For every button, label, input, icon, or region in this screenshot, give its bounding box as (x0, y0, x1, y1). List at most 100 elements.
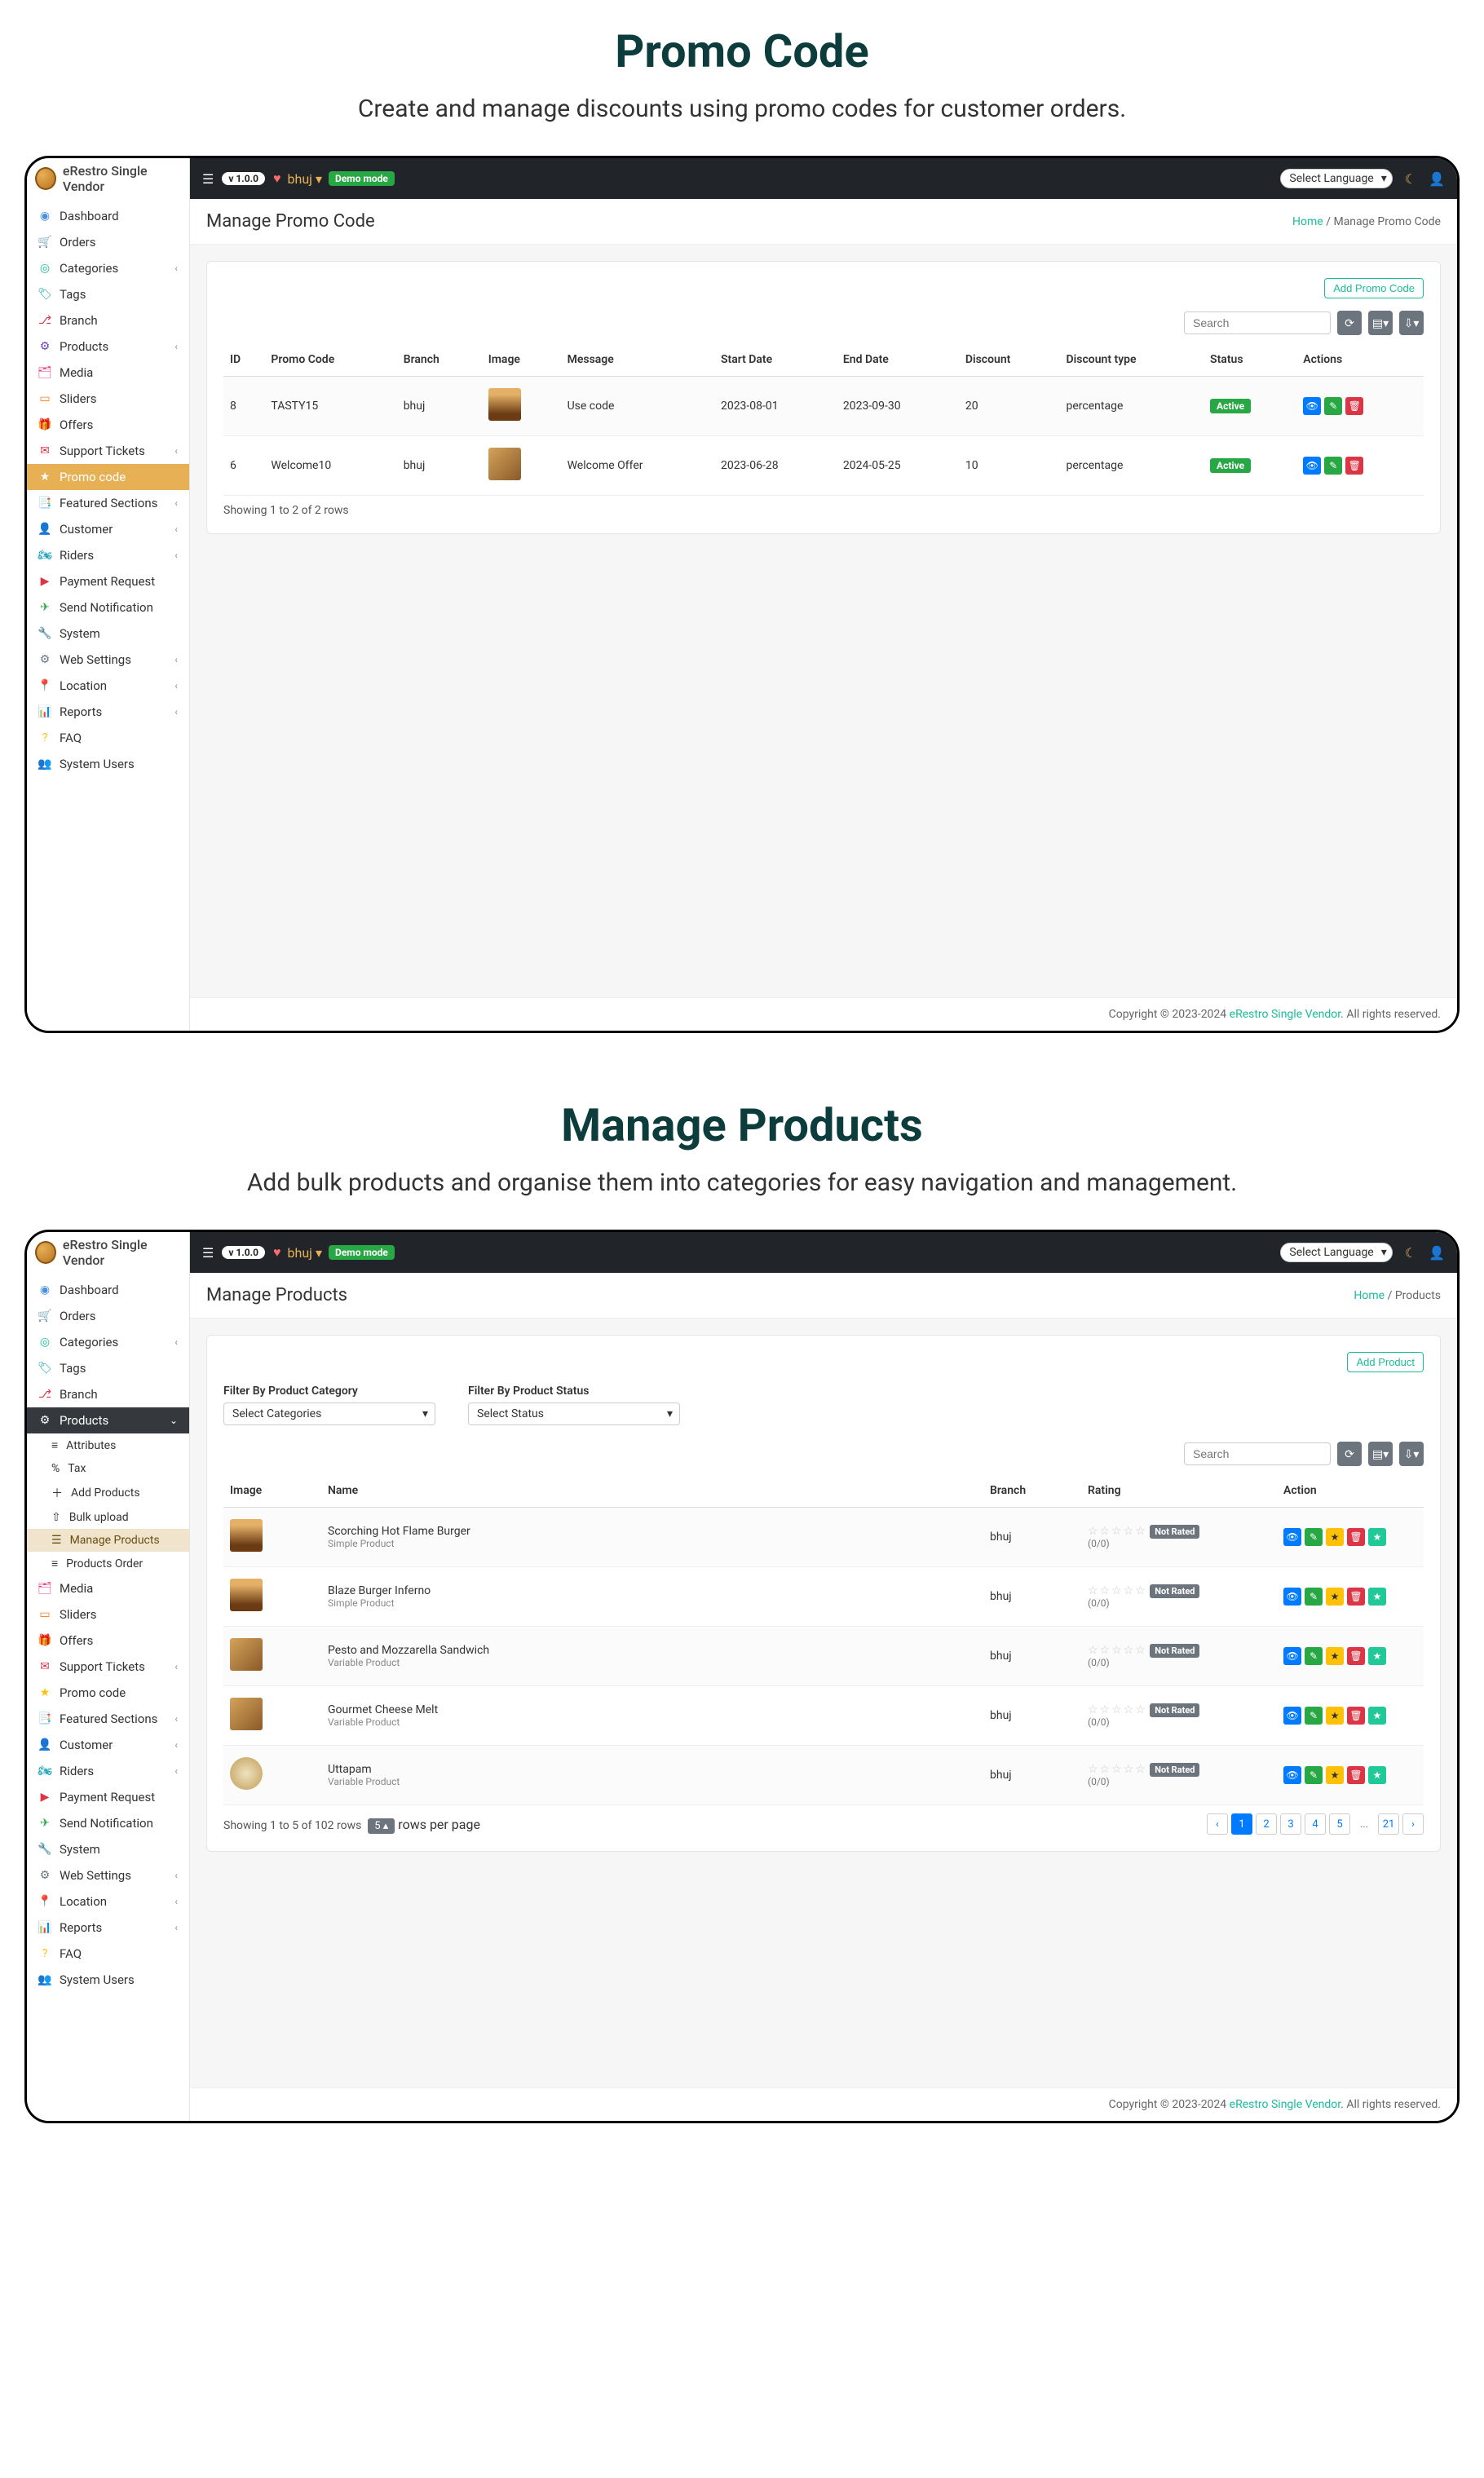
view-button[interactable]: 👁 (1303, 457, 1321, 475)
col-branch[interactable]: Branch (397, 343, 482, 377)
page-next[interactable]: › (1402, 1813, 1424, 1835)
view-button[interactable]: 👁 (1283, 1588, 1301, 1606)
hamburger-icon[interactable]: ☰ (202, 171, 214, 187)
filter-category-select[interactable]: Select Categories▾ (223, 1402, 435, 1425)
filter-status-select[interactable]: Select Status▾ (468, 1402, 680, 1425)
edit-button[interactable]: ✎ (1305, 1766, 1323, 1784)
sidebar-item-featured[interactable]: 📑Featured Sections‹ (27, 490, 189, 516)
sidebar-item-location[interactable]: 📍Location‹ (27, 673, 189, 699)
view-button[interactable]: 👁 (1283, 1766, 1301, 1784)
heart-icon[interactable]: ♥ (273, 170, 281, 187)
sidebar-item-reports[interactable]: 📊Reports‹ (27, 1915, 189, 1941)
user-icon[interactable]: 👤 (1429, 1245, 1445, 1261)
edit-button[interactable]: ✎ (1305, 1528, 1323, 1546)
search-input[interactable] (1184, 311, 1331, 334)
col-type[interactable]: Discount type (1060, 343, 1204, 377)
moon-icon[interactable]: ☾ (1405, 171, 1416, 187)
sidebar-item-tags[interactable]: 🏷Tags (27, 1355, 189, 1381)
sidebar-item-tags[interactable]: 🏷Tags (27, 281, 189, 307)
col-rating[interactable]: Rating (1081, 1474, 1277, 1508)
refresh-icon[interactable]: ⟳ (1337, 311, 1362, 335)
user-icon[interactable]: 👤 (1429, 171, 1445, 187)
sidebar-item-support[interactable]: ✉Support Tickets‹ (27, 1654, 189, 1680)
sidebar-item-featured[interactable]: 📑Featured Sections‹ (27, 1706, 189, 1732)
sub-bulk-upload[interactable]: ⇧Bulk upload (27, 1506, 189, 1529)
page-last[interactable]: 21 (1378, 1813, 1399, 1835)
delete-button[interactable]: 🗑 (1345, 397, 1363, 415)
columns-icon[interactable]: ▤▾ (1368, 1442, 1393, 1466)
col-branch[interactable]: Branch (983, 1474, 1081, 1508)
sidebar-item-send-notif[interactable]: ✈Send Notification (27, 1810, 189, 1836)
sub-add-products[interactable]: ＋Add Products (27, 1480, 189, 1506)
sidebar-item-orders[interactable]: 🛒Orders (27, 229, 189, 255)
sidebar-item-faq[interactable]: ?FAQ (27, 1941, 189, 1967)
branch-dropdown[interactable]: bhuj ▾ (288, 171, 322, 187)
sub-manage-products[interactable]: ☰Manage Products (27, 1529, 189, 1552)
sidebar-item-riders[interactable]: 🏍Riders‹ (27, 542, 189, 568)
sidebar-item-categories[interactable]: ◎Categories‹ (27, 1329, 189, 1355)
columns-icon[interactable]: ▤▾ (1368, 311, 1393, 335)
breadcrumb-home[interactable]: Home (1354, 1289, 1385, 1302)
extra-button[interactable]: ★ (1368, 1647, 1386, 1665)
sidebar-item-customer[interactable]: 👤Customer‹ (27, 1732, 189, 1758)
sidebar-item-send-notif[interactable]: ✈Send Notification (27, 594, 189, 621)
col-action[interactable]: Action (1277, 1474, 1424, 1508)
export-icon[interactable]: ⇩▾ (1399, 311, 1424, 335)
col-image[interactable]: Image (482, 343, 561, 377)
add-product-button[interactable]: Add Product (1347, 1352, 1424, 1372)
sidebar-item-sliders[interactable]: ▭Sliders (27, 386, 189, 412)
sub-tax[interactable]: %Tax (27, 1457, 189, 1480)
col-start[interactable]: Start Date (714, 343, 837, 377)
edit-button[interactable]: ✎ (1324, 397, 1342, 415)
extra-button[interactable]: ★ (1368, 1766, 1386, 1784)
col-end[interactable]: End Date (837, 343, 959, 377)
sidebar-item-orders[interactable]: 🛒Orders (27, 1303, 189, 1329)
sidebar-item-media[interactable]: 🗂Media (27, 1575, 189, 1601)
sidebar-item-system[interactable]: 🔧System (27, 621, 189, 647)
delete-button[interactable]: 🗑 (1347, 1766, 1365, 1784)
rate-button[interactable]: ★ (1326, 1528, 1344, 1546)
heart-icon[interactable]: ♥ (273, 1244, 281, 1261)
col-id[interactable]: ID (223, 343, 264, 377)
sidebar-item-dashboard[interactable]: ◉Dashboard (27, 1277, 189, 1303)
extra-button[interactable]: ★ (1368, 1528, 1386, 1546)
view-button[interactable]: 👁 (1303, 397, 1321, 415)
extra-button[interactable]: ★ (1368, 1588, 1386, 1606)
page-prev[interactable]: ‹ (1207, 1813, 1228, 1835)
edit-button[interactable]: ✎ (1305, 1588, 1323, 1606)
delete-button[interactable]: 🗑 (1347, 1528, 1365, 1546)
page-4[interactable]: 4 (1305, 1813, 1326, 1835)
rows-per-page-select[interactable]: 5 ▴ (368, 1818, 395, 1834)
sidebar-item-riders[interactable]: 🏍Riders‹ (27, 1758, 189, 1784)
view-button[interactable]: 👁 (1283, 1707, 1301, 1725)
sidebar-item-sliders[interactable]: ▭Sliders (27, 1601, 189, 1628)
col-image[interactable]: Image (223, 1474, 321, 1508)
sidebar-item-system[interactable]: 🔧System (27, 1836, 189, 1862)
sidebar-item-categories[interactable]: ◎Categories‹ (27, 255, 189, 281)
sidebar-item-products[interactable]: ⚙Products⌄ (27, 1407, 189, 1433)
col-actions[interactable]: Actions (1296, 343, 1424, 377)
extra-button[interactable]: ★ (1368, 1707, 1386, 1725)
sidebar-item-offers[interactable]: 🎁Offers (27, 1628, 189, 1654)
delete-button[interactable]: 🗑 (1347, 1707, 1365, 1725)
edit-button[interactable]: ✎ (1305, 1647, 1323, 1665)
view-button[interactable]: 👁 (1283, 1528, 1301, 1546)
sidebar-item-payment[interactable]: ▶Payment Request (27, 1784, 189, 1810)
delete-button[interactable]: 🗑 (1345, 457, 1363, 475)
sidebar-item-system-users[interactable]: 👥System Users (27, 751, 189, 777)
export-icon[interactable]: ⇩▾ (1399, 1442, 1424, 1466)
sidebar-item-products[interactable]: ⚙Products‹ (27, 333, 189, 360)
language-select[interactable]: Select Language ▾ (1280, 1243, 1392, 1262)
rate-button[interactable]: ★ (1326, 1588, 1344, 1606)
edit-button[interactable]: ✎ (1305, 1707, 1323, 1725)
col-discount[interactable]: Discount (959, 343, 1060, 377)
rate-button[interactable]: ★ (1326, 1766, 1344, 1784)
hamburger-icon[interactable]: ☰ (202, 1245, 214, 1261)
col-message[interactable]: Message (561, 343, 714, 377)
page-2[interactable]: 2 (1256, 1813, 1277, 1835)
sidebar-item-offers[interactable]: 🎁Offers (27, 412, 189, 438)
rate-button[interactable]: ★ (1326, 1647, 1344, 1665)
view-button[interactable]: 👁 (1283, 1647, 1301, 1665)
breadcrumb-home[interactable]: Home (1292, 215, 1323, 228)
sub-attributes[interactable]: ≡Attributes (27, 1433, 189, 1457)
